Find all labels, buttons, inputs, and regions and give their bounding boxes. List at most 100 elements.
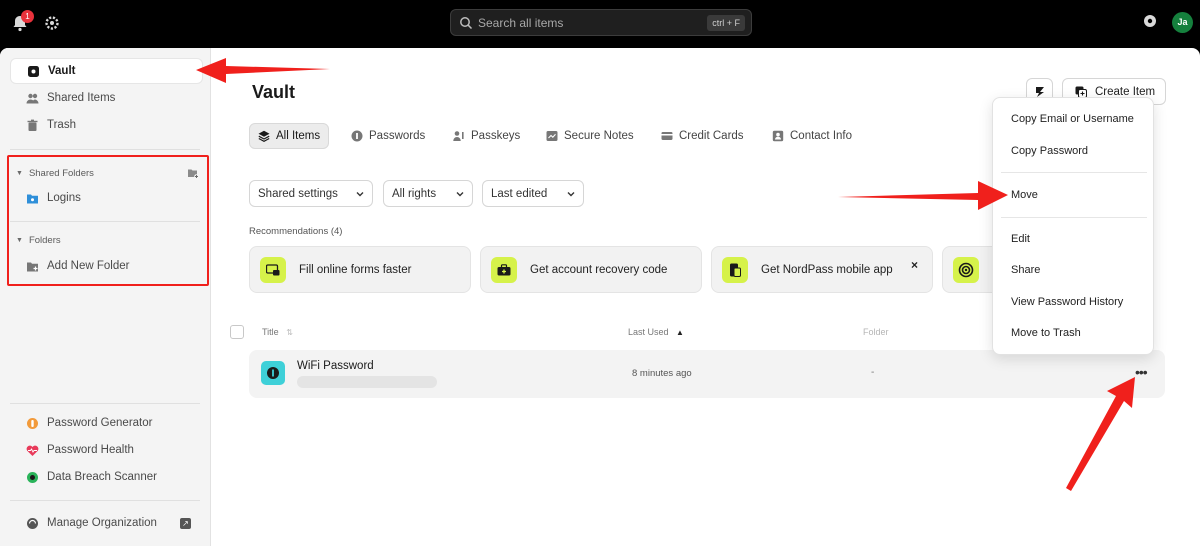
menu-item-share[interactable]: Share xyxy=(1011,264,1040,276)
menu-item-copy-email[interactable]: Copy Email or Username xyxy=(1011,113,1134,125)
sidebar-item-trash[interactable]: Trash xyxy=(10,112,203,138)
recommendation-card[interactable]: Get NordPass mobile app × xyxy=(711,246,933,293)
recommendation-label: Fill online forms faster xyxy=(299,263,412,276)
table-row[interactable]: WiFi Password 8 minutes ago - ••• xyxy=(249,350,1165,398)
sort-icon: ▲ xyxy=(676,328,684,337)
search-bar[interactable]: Search all items ctrl + F xyxy=(450,9,752,36)
column-header-label: Last Used xyxy=(628,327,669,337)
menu-separator xyxy=(1001,217,1147,218)
password-item-icon xyxy=(261,361,285,385)
column-header-label: Title xyxy=(262,327,279,337)
vault-icon xyxy=(28,65,39,77)
sidebar-item-label: Shared Items xyxy=(47,92,116,104)
gear-icon[interactable] xyxy=(44,15,60,31)
column-header-folder[interactable]: Folder xyxy=(863,327,889,337)
heart-pulse-icon xyxy=(26,445,39,456)
contact-icon xyxy=(772,130,784,142)
column-header-title[interactable]: Title ⇅ xyxy=(262,327,293,337)
chevron-down-icon xyxy=(567,191,575,196)
key-icon xyxy=(351,130,363,142)
passkey-icon xyxy=(453,131,464,141)
filter-label: Shared settings xyxy=(258,187,338,200)
mobile-app-icon xyxy=(722,256,748,283)
sidebar-item-data-breach-scanner[interactable]: Data Breach Scanner xyxy=(10,464,203,490)
password-generator-icon xyxy=(27,417,38,429)
sort-icon: ⇅ xyxy=(286,328,293,337)
sidebar-item-manage-organization[interactable]: Manage Organization xyxy=(10,510,203,536)
context-menu: Copy Email or Username Copy Password Mov… xyxy=(992,97,1154,355)
vpn-shield-icon[interactable] xyxy=(1142,14,1158,30)
tab-all-items[interactable]: All Items xyxy=(249,123,330,149)
recommendations-title: Recommendations (4) xyxy=(249,226,343,237)
users-icon xyxy=(26,93,39,103)
sidebar-item-label: Trash xyxy=(47,119,76,131)
autofill-form-icon xyxy=(260,256,286,283)
tab-contact-info[interactable]: Contact Info xyxy=(764,123,860,149)
create-item-icon xyxy=(1075,86,1087,98)
menu-item-move-to-trash[interactable]: Move to Trash xyxy=(1011,327,1081,339)
filter-label: Last edited xyxy=(491,187,548,200)
annotation-highlight-box xyxy=(7,155,209,286)
recommendation-label: Get NordPass mobile app xyxy=(761,263,893,276)
target-icon xyxy=(953,256,979,283)
layers-icon xyxy=(258,130,270,142)
column-header-label: Folder xyxy=(863,327,889,337)
app-surface: Vault Shared Items Trash ▼ Shared Folder… xyxy=(0,48,1200,546)
item-last-used: 8 minutes ago xyxy=(632,368,692,379)
briefcase-icon xyxy=(491,256,517,283)
menu-item-copy-password[interactable]: Copy Password xyxy=(1011,145,1088,157)
tab-label: Contact Info xyxy=(790,130,853,142)
sidebar-item-label: Data Breach Scanner xyxy=(47,471,157,483)
sidebar-divider xyxy=(10,403,200,404)
item-folder: - xyxy=(871,367,875,378)
filter-last-edited[interactable]: Last edited xyxy=(482,180,584,207)
menu-item-view-password-history[interactable]: View Password History xyxy=(1011,296,1123,308)
tab-label: Passkeys xyxy=(471,130,521,142)
column-header-last-used[interactable]: Last Used ▲ xyxy=(628,327,684,337)
recommendation-card[interactable]: Fill online forms faster xyxy=(249,246,471,293)
menu-item-move[interactable]: Move xyxy=(1011,189,1038,201)
sidebar: Vault Shared Items Trash ▼ Shared Folder… xyxy=(0,48,211,546)
avatar[interactable]: Ja xyxy=(1172,12,1193,33)
search-shortcut: ctrl + F xyxy=(707,15,745,31)
create-item-label: Create Item xyxy=(1095,85,1156,98)
close-icon[interactable]: × xyxy=(911,258,918,272)
sidebar-item-label: Manage Organization xyxy=(47,517,157,529)
credit-card-icon xyxy=(661,132,673,140)
filter-shared-settings[interactable]: Shared settings xyxy=(249,180,373,207)
scanner-icon xyxy=(27,471,38,483)
tab-secure-notes[interactable]: Secure Notes xyxy=(538,123,642,149)
tab-passkeys[interactable]: Passkeys xyxy=(445,123,528,149)
external-link-icon[interactable]: ↗ xyxy=(180,518,191,529)
tab-label: Credit Cards xyxy=(679,130,744,142)
search-icon xyxy=(460,17,473,30)
tab-credit-cards[interactable]: Credit Cards xyxy=(653,123,752,149)
tab-passwords[interactable]: Passwords xyxy=(343,123,433,149)
tab-label: Passwords xyxy=(369,130,426,142)
sidebar-item-shared-items[interactable]: Shared Items xyxy=(10,85,203,111)
page-title: Vault xyxy=(252,82,296,102)
recommendation-card[interactable]: Get account recovery code xyxy=(480,246,702,293)
recommendation-label: Get account recovery code xyxy=(530,263,668,276)
item-title: WiFi Password xyxy=(297,360,374,372)
trash-icon xyxy=(27,119,38,131)
search-placeholder: Search all items xyxy=(478,16,564,30)
sidebar-item-password-health[interactable]: Password Health xyxy=(10,437,203,463)
notification-badge: 1 xyxy=(21,10,34,23)
sidebar-item-label: Password Health xyxy=(47,444,134,456)
chevron-down-icon xyxy=(356,191,364,196)
note-icon xyxy=(546,131,558,141)
filter-label: All rights xyxy=(392,187,437,200)
chevron-down-icon xyxy=(456,191,464,196)
filter-all-rights[interactable]: All rights xyxy=(383,180,473,207)
sidebar-divider xyxy=(10,500,200,501)
tab-label: All Items xyxy=(276,130,321,142)
tab-label: Secure Notes xyxy=(564,130,634,142)
more-options-icon[interactable]: ••• xyxy=(1135,364,1148,380)
select-all-checkbox[interactable] xyxy=(230,325,244,339)
sidebar-item-password-generator[interactable]: Password Generator xyxy=(10,410,203,436)
menu-item-edit[interactable]: Edit xyxy=(1011,233,1030,245)
sidebar-item-label: Password Generator xyxy=(47,417,153,429)
sidebar-item-vault[interactable]: Vault xyxy=(10,58,203,84)
menu-separator xyxy=(1001,172,1147,173)
